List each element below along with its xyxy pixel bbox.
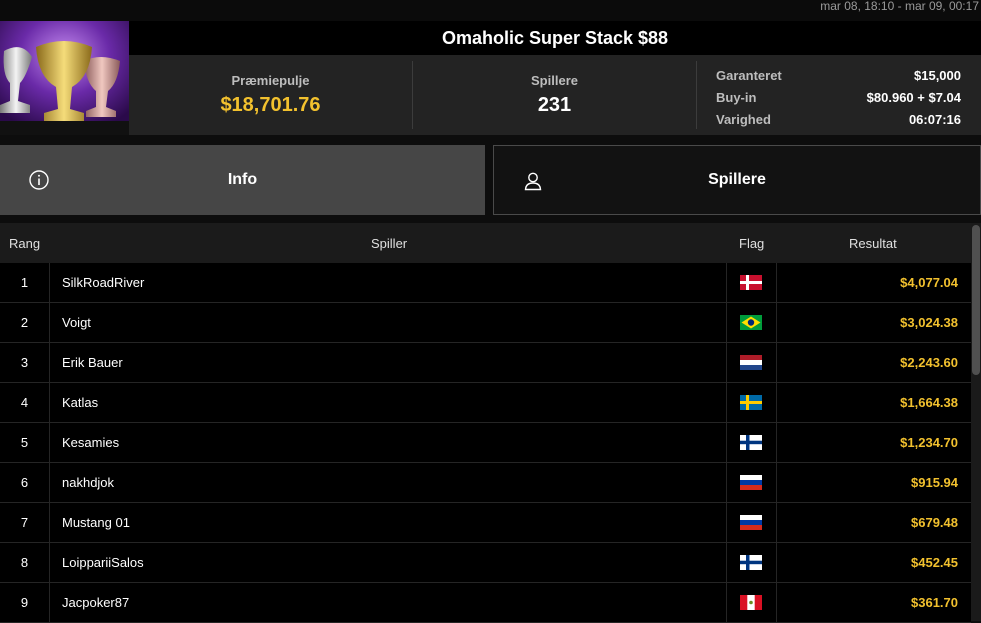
brazil-flag-icon — [740, 315, 762, 330]
sweden-flag-icon — [740, 395, 762, 410]
tab-players-label: Spillere — [708, 171, 766, 188]
flag-cell — [726, 383, 777, 422]
finland-flag-icon — [740, 555, 762, 570]
rank-cell: 7 — [0, 503, 50, 542]
tab-info[interactable]: Info — [0, 145, 485, 215]
result-cell: $679.48 — [911, 515, 958, 530]
prize-pool-stat: Præmiepulje $18,701.76 — [129, 55, 412, 135]
column-header-rank[interactable]: Rang — [9, 236, 40, 251]
column-header-player[interactable]: Spiller — [371, 236, 407, 251]
result-cell: $2,243.60 — [900, 355, 958, 370]
russia-flag-icon — [740, 515, 762, 530]
info-icon — [29, 170, 49, 190]
flag-cell — [726, 583, 777, 622]
players-count-value: 231 — [537, 94, 572, 116]
results-table-body: 1 SilkRoadRiver $4,077.04 2 Voigt $3,024… — [0, 263, 971, 623]
stats-divider — [696, 61, 697, 129]
player-name: SilkRoadRiver — [62, 275, 145, 290]
player-name: Kesamies — [62, 435, 120, 450]
detail-value: $15,000 — [914, 68, 961, 83]
column-header-result[interactable]: Resultat — [849, 236, 897, 251]
result-cell: $4,077.04 — [900, 275, 958, 290]
table-row[interactable]: 9 Jacpoker87 $361.70 — [0, 583, 971, 623]
player-name: Katlas — [62, 395, 99, 410]
table-row[interactable]: 3 Erik Bauer $2,243.60 — [0, 343, 971, 383]
flag-cell — [726, 543, 777, 582]
user-icon — [524, 172, 542, 191]
tournament-stats: Præmiepulje $18,701.76 Spillere 231 Gara… — [129, 55, 981, 135]
player-name: LoippariiSalos — [62, 555, 144, 570]
table-row[interactable]: 7 Mustang 01 $679.48 — [0, 503, 971, 543]
result-cell: $915.94 — [911, 475, 958, 490]
detail-value: 06:07:16 — [908, 112, 961, 127]
players-stat: Spillere 231 — [413, 55, 696, 135]
detail-row-duration: Varighed 06:07:16 — [716, 109, 961, 131]
detail-row-guaranteed: Garanteret $15,000 — [716, 65, 961, 87]
russia-flag-icon — [740, 475, 762, 490]
table-scrollbar[interactable] — [971, 223, 981, 621]
detail-key: Varighed — [716, 112, 771, 127]
flag-cell — [726, 303, 777, 342]
tournament-title: Omaholic Super Stack $88 — [129, 21, 981, 55]
detail-row-buyin: Buy-in $80.960 + $7.04 — [716, 87, 961, 109]
table-row[interactable]: 8 LoippariiSalos $452.45 — [0, 543, 971, 583]
flag-cell — [726, 263, 777, 302]
prize-pool-value: $18,701.76 — [220, 94, 321, 116]
flag-cell — [726, 463, 777, 502]
player-name: Erik Bauer — [62, 355, 123, 370]
rank-cell: 1 — [0, 263, 50, 302]
tournament-trophy-image — [0, 21, 129, 135]
finland-flag-icon — [740, 435, 762, 450]
table-row[interactable]: 1 SilkRoadRiver $4,077.04 — [0, 263, 971, 303]
denmark-flag-icon — [740, 275, 762, 290]
players-count-label: Spillere — [531, 73, 578, 88]
player-name: Jacpoker87 — [62, 595, 130, 610]
tab-info-label: Info — [227, 171, 258, 188]
result-cell: $1,664.38 — [900, 395, 958, 410]
result-cell: $361.70 — [911, 595, 958, 610]
rank-cell: 8 — [0, 543, 50, 582]
flag-cell — [726, 423, 777, 462]
detail-value: $80.960 + $7.04 — [866, 90, 961, 105]
tournament-dates: mar 08, 18:10 - mar 09, 00:17 — [820, 0, 979, 13]
table-row[interactable]: 6 nakhdjok $915.94 — [0, 463, 971, 503]
rank-cell: 5 — [0, 423, 50, 462]
tab-players[interactable]: Spillere — [493, 145, 981, 215]
scrollbar-thumb[interactable] — [972, 225, 980, 375]
results-table-header: Rang Spiller Flag Resultat — [0, 223, 971, 263]
rank-cell: 4 — [0, 383, 50, 422]
result-cell: $1,234.70 — [900, 435, 958, 450]
result-cell: $3,024.38 — [900, 315, 958, 330]
peru-flag-icon — [740, 595, 762, 610]
player-name: Voigt — [62, 315, 91, 330]
top-bar: mar 08, 18:10 - mar 09, 00:17 — [0, 0, 981, 21]
rank-cell: 6 — [0, 463, 50, 502]
flag-cell — [726, 343, 777, 382]
table-row[interactable]: 5 Kesamies $1,234.70 — [0, 423, 971, 463]
detail-key: Garanteret — [716, 68, 782, 83]
table-row[interactable]: 2 Voigt $3,024.38 — [0, 303, 971, 343]
tournament-details: Garanteret $15,000 Buy-in $80.960 + $7.0… — [716, 65, 961, 131]
player-name: Mustang 01 — [62, 515, 130, 530]
column-header-flag[interactable]: Flag — [739, 236, 764, 251]
rank-cell: 2 — [0, 303, 50, 342]
prize-pool-label: Præmiepulje — [231, 73, 310, 88]
netherlands-flag-icon — [740, 355, 762, 370]
table-row[interactable]: 4 Katlas $1,664.38 — [0, 383, 971, 423]
flag-cell — [726, 503, 777, 542]
detail-key: Buy-in — [716, 90, 757, 105]
rank-cell: 9 — [0, 583, 50, 622]
rank-cell: 3 — [0, 343, 50, 382]
player-name: nakhdjok — [62, 475, 115, 490]
result-cell: $452.45 — [911, 555, 958, 570]
